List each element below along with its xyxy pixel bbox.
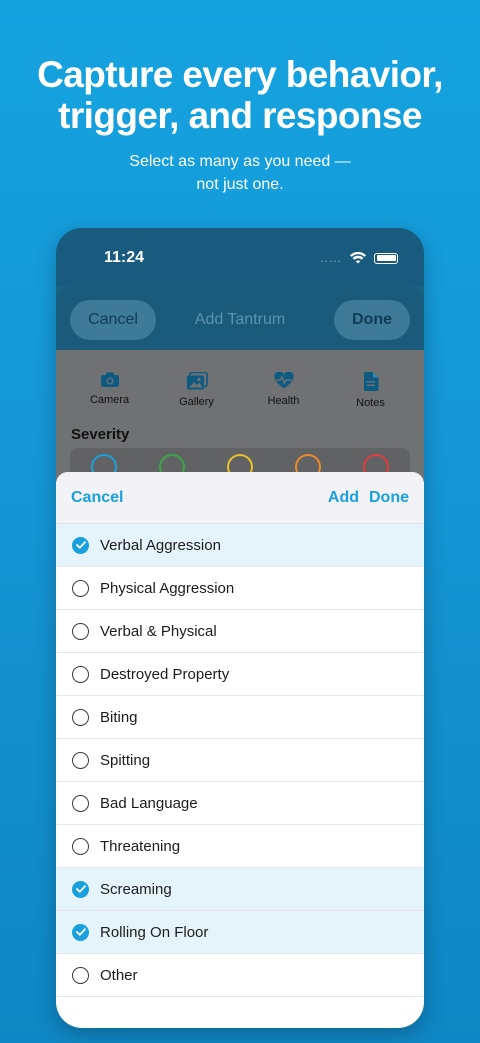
health-icon [273,372,294,389]
notes-icon [363,372,378,391]
gallery-icon [186,372,208,390]
behavior-option[interactable]: Screaming [56,868,424,911]
camera-icon [100,372,119,387]
picker-add-button[interactable]: Add [328,489,359,507]
status-time: 11:24 [104,249,145,266]
behavior-option-label: Threatening [100,837,181,855]
behavior-option-label: Verbal Aggression [100,536,221,554]
behavior-picker: Cancel Add Done Verbal Aggression Physica… [56,472,424,1028]
unchecked-circle-icon [72,708,89,726]
checkmark-icon [72,536,89,554]
health-button[interactable]: Health [249,372,319,409]
health-label: Health [267,395,300,407]
behavior-option[interactable]: Verbal & Physical [56,610,424,653]
behavior-option-label: Rolling On Floor [100,923,209,941]
gallery-label: Gallery [179,396,214,408]
unchecked-circle-icon [72,794,89,812]
hero-subtitle: Select as many as you need — not just on… [129,153,351,193]
behavior-option[interactable]: Rolling On Floor [56,911,424,954]
picker-cancel-button[interactable]: Cancel [71,489,123,507]
battery-icon [374,252,398,264]
wifi-icon [350,252,366,264]
add-tantrum-form: Camera Gallery Health Notes Severity [56,350,424,480]
severity-label: Severity [71,426,130,443]
status-bar: 11:24 ..... [56,228,424,286]
behavior-option[interactable]: Destroyed Property [56,653,424,696]
behavior-option-label: Biting [100,708,138,726]
behavior-option-label: Destroyed Property [100,665,230,683]
notes-label: Notes [356,397,385,409]
checkmark-icon [72,880,89,898]
behavior-option-label: Bad Language [100,794,198,812]
behavior-option[interactable]: Verbal Aggression [56,524,424,567]
behavior-option-label: Physical Aggression [100,579,235,597]
phone-frame: 11:24 ..... Cancel Add Tantrum Done Came… [56,228,424,1028]
camera-button[interactable]: Camera [75,372,145,409]
picker-header: Cancel Add Done [56,472,424,524]
checkmark-icon [72,923,89,941]
add-tantrum-done-button[interactable]: Done [334,300,410,340]
hero-title: Capture every behavior, trigger, and res… [37,54,443,136]
unchecked-circle-icon [72,751,89,769]
picker-done-button[interactable]: Done [369,489,409,507]
behavior-option-label: Screaming [100,880,172,898]
status-icons: ..... [320,251,398,265]
behavior-option[interactable]: Other [56,954,424,997]
behavior-option[interactable]: Spitting [56,739,424,782]
unchecked-circle-icon [72,579,89,597]
unchecked-circle-icon [72,837,89,855]
behavior-option[interactable]: Physical Aggression [56,567,424,610]
signal-dots-icon: ..... [320,251,342,265]
behavior-option[interactable]: Biting [56,696,424,739]
unchecked-circle-icon [72,966,89,984]
behavior-option[interactable]: Bad Language [56,782,424,825]
behavior-option[interactable]: Threatening [56,825,424,868]
camera-label: Camera [89,394,130,406]
notes-button[interactable]: Notes [336,372,406,409]
gallery-button[interactable]: Gallery [162,372,232,409]
behavior-option-label: Other [100,966,138,984]
behavior-option-label: Spitting [100,751,151,769]
unchecked-circle-icon [72,622,89,640]
unchecked-circle-icon [72,665,89,683]
behavior-option-list: Verbal Aggression Physical Aggression Verb… [56,524,424,997]
behavior-option-label: Verbal & Physical [100,622,217,640]
media-toolbar: Camera Gallery Health Notes [56,372,424,409]
